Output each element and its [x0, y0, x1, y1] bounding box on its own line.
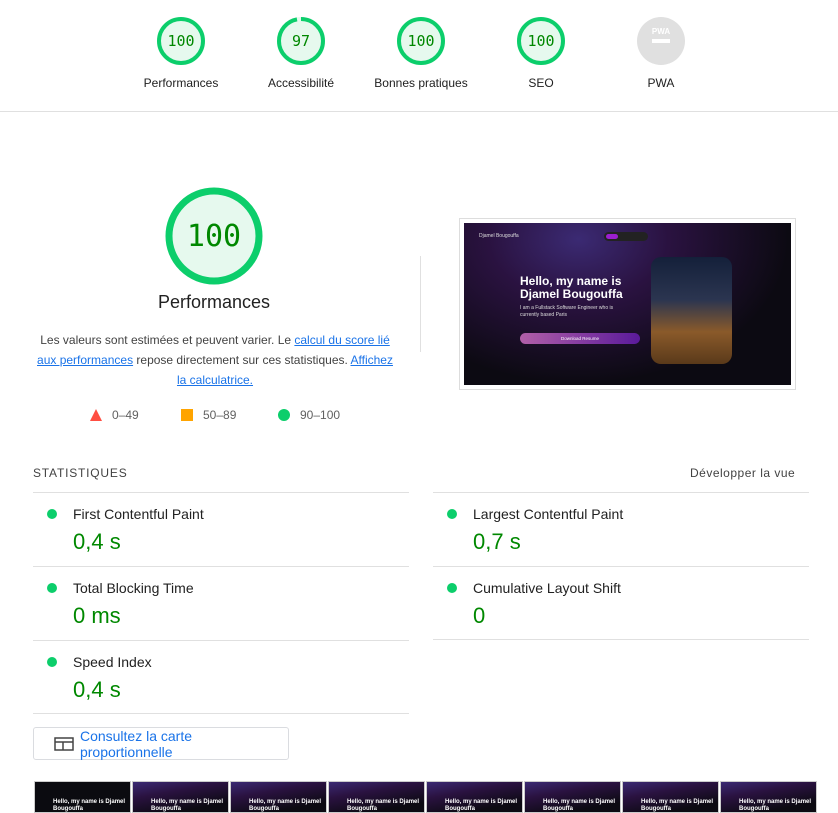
filmstrip-frame: Hello, my name is Djamel Bougouffa [622, 781, 719, 813]
gauge-label: Bonnes pratiques [374, 76, 468, 90]
legend-range: 50–89 [203, 408, 237, 422]
legend-pass: 90–100 [278, 408, 340, 422]
site-download-button: Download Resume [520, 333, 640, 344]
pass-dot-icon [47, 657, 57, 667]
gauge-ring-icon: 97 [277, 17, 325, 65]
gauge-label: Accessibilité [267, 76, 335, 90]
performance-gauge: 100 Performances [114, 186, 314, 313]
filmstrip-frame: Hello, my name is Djamel Bougouffa [132, 781, 229, 813]
metric-cls: Cumulative Layout Shift 0 [433, 566, 809, 640]
legend-average: 50–89 [181, 408, 236, 422]
metric-lcp: Largest Contentful Paint 0,7 s [433, 492, 809, 566]
circle-icon [278, 409, 290, 421]
metric-fcp: First Contentful Paint 0,4 s [33, 492, 409, 566]
gauge-title: Performances [157, 292, 271, 312]
metric-value: 0,4 s [73, 677, 121, 702]
gauge-pwa[interactable]: PWA PWA [601, 17, 721, 90]
divider [420, 256, 421, 352]
gauge-best-practices[interactable]: 100 Bonnes pratiques [361, 17, 481, 90]
metric-name: Largest Contentful Paint [473, 506, 624, 522]
pass-dot-icon [447, 509, 457, 519]
triangle-icon [90, 409, 102, 421]
expand-view-toggle[interactable]: Développer la vue [690, 466, 795, 480]
gauge-ring-icon: 100 [165, 187, 263, 285]
legend-fail: 0–49 [90, 408, 139, 422]
filmstrip-frame: Hello, my name is Djamel Bougouffa [34, 781, 131, 813]
square-icon [181, 409, 193, 421]
final-screenshot[interactable]: Djamel Bougouffa Hello, my name is Djame… [459, 218, 796, 390]
metric-name: Total Blocking Time [73, 580, 194, 596]
svg-text:PWA: PWA [652, 27, 670, 36]
desc-text: Les valeurs sont estimées et peuvent var… [40, 333, 295, 347]
pass-dot-icon [47, 583, 57, 593]
filmstrip-frame: Hello, my name is Djamel Bougouffa [426, 781, 523, 813]
svg-text:100: 100 [527, 32, 554, 50]
category-scores-bar: 100 Performances 97 Accessibilité 100 Bo… [0, 0, 838, 112]
performance-description: Les valeurs sont estimées et peuvent var… [34, 330, 396, 390]
filmstrip-frame: Hello, my name is Djamel Bougouffa [328, 781, 425, 813]
site-brand: Djamel Bougouffa [479, 233, 519, 239]
metric-name: Cumulative Layout Shift [473, 580, 621, 596]
treemap-button-label: Consultez la carte proportionnelle [79, 727, 193, 760]
filmstrip-frame: Hello, my name is Djamel Bougouffa [720, 781, 817, 813]
svg-text:100: 100 [167, 32, 194, 50]
site-nav [604, 232, 648, 241]
pwa-badge-icon: PWA [637, 17, 685, 65]
metric-value: 0,4 s [73, 529, 121, 554]
site-subtitle: I am a Fullstack Software Engineer who i… [520, 305, 614, 318]
svg-text:97: 97 [292, 32, 310, 50]
site-heading: Hello, my name is Djamel Bougouffa [520, 274, 623, 301]
legend-range: 90–100 [300, 408, 341, 422]
metric-value: 0 ms [73, 603, 121, 628]
desc-text: repose directement sur ces statistiques. [133, 353, 351, 367]
metric-value: 0 [473, 603, 486, 628]
gauge-label: SEO [528, 76, 554, 90]
filmstrip-frame: Hello, my name is Djamel Bougouffa [524, 781, 621, 813]
legend-range: 0–49 [112, 408, 139, 422]
gauge-ring-icon: 100 [517, 17, 565, 65]
filmstrip: Hello, my name is Djamel Bougouffa Hello… [34, 781, 818, 813]
gauge-label: PWA [647, 76, 675, 90]
gauge-ring-icon: 100 [157, 17, 205, 65]
metric-value: 0,7 s [473, 529, 521, 554]
pass-dot-icon [47, 509, 57, 519]
metric-name: First Contentful Paint [73, 506, 204, 522]
gauge-ring-icon: 100 [397, 17, 445, 65]
gauge-accessibility[interactable]: 97 Accessibilité [241, 17, 361, 90]
pass-dot-icon [447, 583, 457, 593]
metric-name: Speed Index [73, 654, 152, 670]
gauge-performances[interactable]: 100 Performances [121, 17, 241, 90]
svg-text:100: 100 [187, 219, 241, 254]
gauge-label: Performances [143, 76, 219, 90]
stats-heading: STATISTIQUES [33, 466, 128, 480]
metric-speed-index: Speed Index 0,4 s [33, 640, 409, 714]
metric-tbt: Total Blocking Time 0 ms [33, 566, 409, 640]
treemap-button[interactable]: Consultez la carte proportionnelle [33, 727, 289, 760]
gauge-seo[interactable]: 100 SEO [481, 17, 601, 90]
svg-text:100: 100 [407, 32, 434, 50]
filmstrip-frame: Hello, my name is Djamel Bougouffa [230, 781, 327, 813]
treemap-icon [54, 736, 74, 751]
site-photo [651, 257, 732, 364]
